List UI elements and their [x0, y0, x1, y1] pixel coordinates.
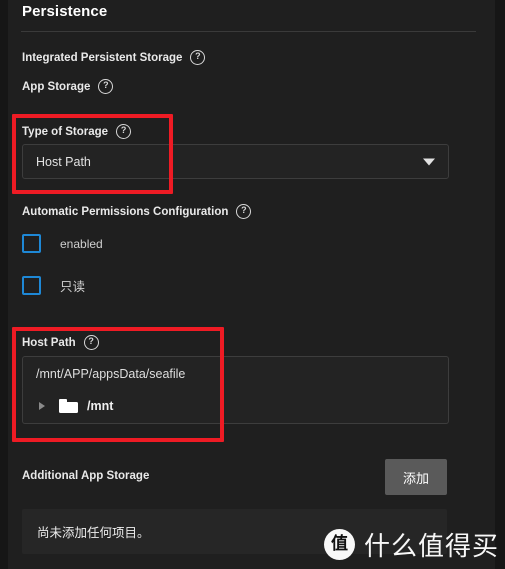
- persistence-panel: Persistence Integrated Persistent Storag…: [0, 0, 505, 569]
- left-gutter: [0, 0, 8, 569]
- app-storage-text: App Storage: [22, 80, 91, 93]
- label-type-of-storage: Type of Storage ?: [22, 124, 132, 139]
- label-host-path: Host Path ?: [22, 335, 99, 350]
- type-of-storage-text: Type of Storage: [22, 125, 109, 138]
- help-circle-icon[interactable]: ?: [83, 335, 99, 350]
- label-integrated-persistent-storage: Integrated Persistent Storage ?: [22, 50, 206, 65]
- right-gutter: [495, 0, 505, 569]
- label-automatic-permissions-configuration: Automatic Permissions Configuration ?: [22, 204, 252, 219]
- watermark-logo-icon: 值: [323, 529, 355, 560]
- checkbox-readonly[interactable]: [22, 276, 41, 295]
- checkbox-readonly-label: 只读: [60, 279, 86, 294]
- folder-icon: [59, 399, 78, 413]
- title-divider: [21, 31, 476, 32]
- label-app-storage: App Storage ?: [22, 79, 114, 94]
- checkbox-enabled[interactable]: [22, 234, 41, 253]
- automatic-permissions-text: Automatic Permissions Configuration: [22, 205, 229, 218]
- chevron-down-icon: [423, 158, 435, 165]
- type-of-storage-selected-value: Host Path: [36, 154, 91, 169]
- checkbox-row-enabled[interactable]: enabled: [22, 234, 103, 253]
- label-additional-app-storage: Additional App Storage: [22, 470, 149, 482]
- checkbox-enabled-label: enabled: [60, 236, 103, 251]
- checkbox-row-readonly[interactable]: 只读: [22, 276, 85, 295]
- host-path-input[interactable]: /mnt/APP/appsData/seafile: [22, 356, 449, 391]
- host-path-text: Host Path: [22, 336, 76, 349]
- type-of-storage-select[interactable]: Host Path: [22, 144, 449, 179]
- triangle-right-icon[interactable]: [39, 402, 45, 410]
- host-path-tree-row[interactable]: /mnt: [22, 389, 449, 424]
- integrated-persistent-storage-text: Integrated Persistent Storage: [22, 51, 183, 64]
- watermark: 值 什么值得买: [323, 526, 499, 563]
- help-circle-icon[interactable]: ?: [236, 204, 252, 219]
- page-title: Persistence: [22, 3, 108, 20]
- empty-state-text: 尚未添加任何项目。: [37, 525, 150, 540]
- help-circle-icon[interactable]: ?: [116, 124, 132, 139]
- additional-app-storage-text: Additional App Storage: [22, 470, 150, 482]
- host-path-input-value: /mnt/APP/appsData/seafile: [36, 366, 186, 381]
- panel-content: Persistence Integrated Persistent Storag…: [8, 0, 495, 569]
- add-button[interactable]: 添加: [385, 459, 447, 495]
- host-path-tree-label: /mnt: [87, 399, 114, 413]
- help-circle-icon[interactable]: ?: [98, 79, 114, 94]
- watermark-text: 什么值得买: [363, 532, 499, 562]
- help-circle-icon[interactable]: ?: [190, 50, 206, 65]
